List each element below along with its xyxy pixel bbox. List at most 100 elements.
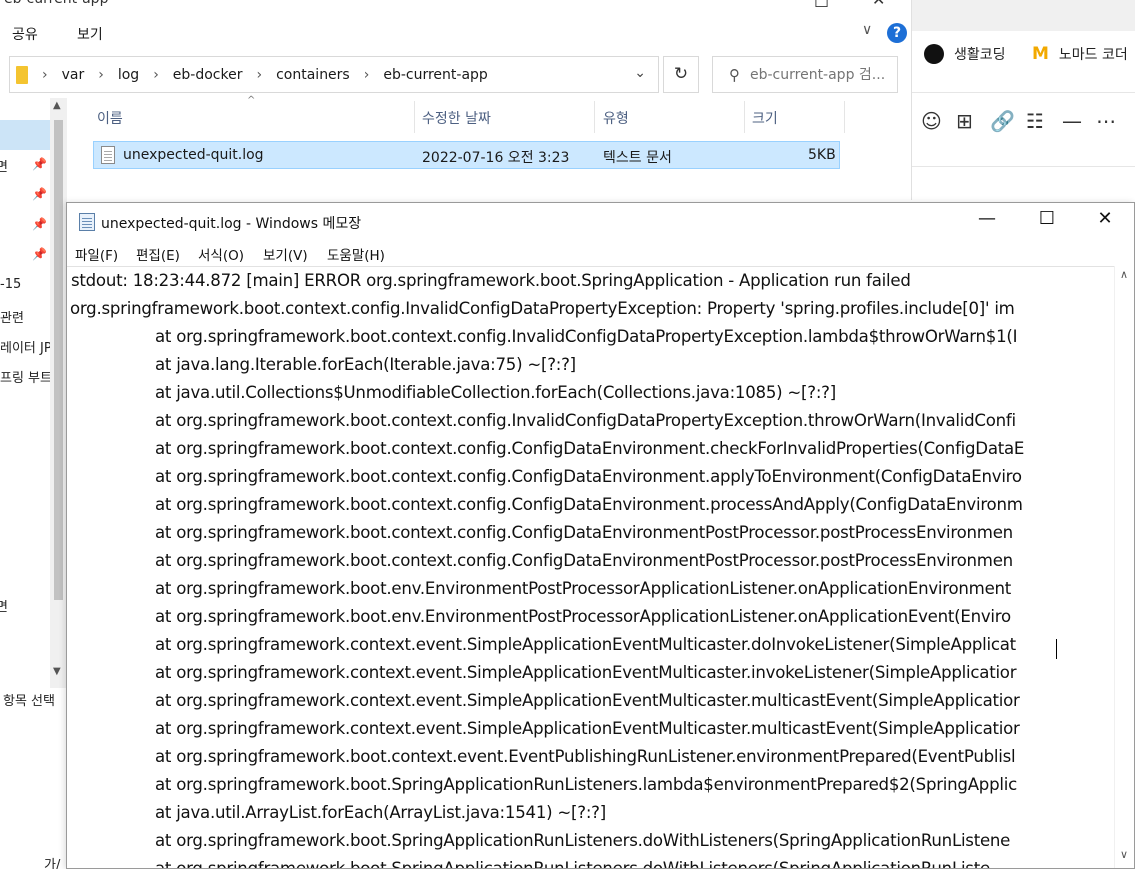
emoji-icon[interactable]: ☺ [921, 109, 942, 133]
notepad-text-area[interactable]: stdout: 18:23:44.872 [main] ERROR org.sp… [67, 266, 1114, 868]
nav-item-fragment[interactable]: 면 [0, 156, 8, 175]
black-circle-icon [924, 44, 944, 64]
nav-item-fragment[interactable]: 프링 부트 [0, 367, 52, 386]
breadcrumb-log[interactable]: log [118, 67, 139, 83]
breadcrumb-separator-icon[interactable]: › [256, 67, 262, 83]
notepad-vertical-scrollbar[interactable]: ∧ ∨ [1114, 266, 1134, 868]
log-line: at org.springframework.boot.SpringApplic… [155, 831, 1011, 850]
more-icon[interactable]: ⋯ [1096, 109, 1116, 133]
breadcrumb-separator-icon[interactable]: › [98, 67, 104, 83]
bookmark-nomad-coders[interactable]: M 노마드 코더 [1032, 44, 1128, 64]
close-button[interactable]: ✕ [1085, 208, 1125, 229]
log-line: at org.springframework.boot.context.conf… [155, 495, 1023, 514]
minimize-button[interactable]: — [967, 208, 1007, 229]
nav-scrollbar-thumb[interactable] [54, 120, 63, 600]
column-header-name[interactable]: 이름 [97, 108, 123, 128]
panel-divider [912, 166, 1135, 167]
file-name: unexpected-quit.log [123, 147, 264, 163]
address-bar[interactable]: › var › log › eb-docker › containers › e… [9, 56, 659, 93]
log-line: at org.springframework.boot.env.Environm… [155, 607, 1011, 626]
nav-item-fragment[interactable]: 면 [0, 596, 8, 615]
notepad-title: unexpected-quit.log - Windows 메모장 [101, 216, 362, 232]
menu-format[interactable]: 서식(O) [198, 244, 244, 264]
menu-help[interactable]: 도움말(H) [327, 244, 385, 264]
ribbon-tab-share[interactable]: 공유 [12, 24, 38, 44]
bookmark-label: 노마드 코더 [1058, 47, 1128, 63]
column-header-type[interactable]: 유형 [603, 108, 629, 128]
log-line: org.springframework.boot.context.config.… [70, 299, 1015, 318]
breadcrumb-var[interactable]: var [62, 67, 85, 83]
breadcrumb-separator-icon[interactable]: › [153, 67, 159, 83]
log-line: at org.springframework.context.event.Sim… [155, 663, 1017, 682]
panel-top-bar [912, 0, 1135, 31]
scroll-down-icon[interactable]: ▼ [53, 666, 61, 677]
text-file-icon [101, 146, 115, 164]
scroll-up-icon[interactable]: ▲ [53, 100, 61, 111]
column-divider[interactable] [414, 101, 415, 133]
log-line: at java.util.ArrayList.forEach(ArrayList… [155, 803, 606, 822]
nav-selected-item[interactable] [0, 120, 50, 150]
menu-view[interactable]: 보기(V) [263, 244, 308, 264]
pin-icon: 📌 [32, 187, 47, 201]
notepad-icon [79, 213, 95, 231]
nomad-logo-icon: M [1032, 44, 1049, 64]
log-line: at org.springframework.context.event.Sim… [155, 719, 1020, 738]
list-icon[interactable]: ☷ [1026, 109, 1044, 133]
text-cursor [1056, 639, 1057, 659]
log-line: at org.springframework.context.event.Sim… [155, 691, 1020, 710]
log-line: at org.springframework.boot.SpringApplic… [155, 775, 1017, 794]
notepad-menu-bar: 파일(F) 편집(E) 서식(O) 보기(V) 도움말(H) [67, 241, 1134, 265]
status-bottom-fragment: 가/ [44, 858, 61, 869]
ribbon-tabs: 공유 보기 ∨ [0, 18, 910, 48]
file-size: 5KB [808, 147, 836, 163]
pin-icon: 📌 [32, 217, 47, 231]
help-icon[interactable]: ? [887, 23, 907, 43]
explorer-maximize-button[interactable]: □ [814, 0, 829, 9]
menu-edit[interactable]: 편집(E) [136, 244, 180, 264]
log-line: at org.springframework.boot.context.conf… [155, 551, 1013, 570]
log-line: at org.springframework.boot.context.even… [155, 747, 1016, 766]
divider-icon[interactable]: — [1062, 109, 1082, 133]
breadcrumb-separator-icon[interactable]: › [42, 67, 48, 83]
column-header-modified[interactable]: 수정한 날짜 [422, 108, 491, 128]
breadcrumb-eb-docker[interactable]: eb-docker [173, 67, 243, 83]
log-line: at java.util.Collections$UnmodifiableCol… [155, 383, 836, 402]
ribbon-tab-view[interactable]: 보기 [77, 24, 103, 44]
bookmark-saenghwalcoding[interactable]: 생활코딩 [924, 44, 1006, 64]
maximize-button[interactable]: ☐ [1027, 208, 1067, 229]
log-line: at org.springframework.context.event.Sim… [155, 635, 1016, 654]
log-line: at org.springframework.boot.context.conf… [155, 467, 1022, 486]
nav-item-fragment[interactable]: 관련 [0, 307, 24, 326]
browser-side-panel: 생활코딩 M 노마드 코더 ☺ ⊞ 🔗 ☷ — ⋯ [911, 0, 1135, 200]
file-type: 텍스트 문서 [603, 150, 672, 166]
notepad-title-bar[interactable]: unexpected-quit.log - Windows 메모장 — ☐ ✕ [67, 203, 1134, 241]
scroll-up-icon[interactable]: ∧ [1120, 268, 1128, 281]
column-header-size[interactable]: 크기 [752, 108, 778, 128]
log-line: at org.springframework.boot.context.conf… [155, 523, 1013, 542]
bookmark-label: 생활코딩 [954, 47, 1006, 63]
refresh-icon: ↻ [673, 64, 689, 84]
file-row[interactable]: unexpected-quit.log 2022-07-16 오전 3:23 텍… [93, 141, 840, 169]
column-divider[interactable] [844, 101, 845, 133]
breadcrumb-containers[interactable]: containers [276, 67, 350, 83]
nav-item-fragment[interactable]: 레이터 JP [0, 337, 52, 356]
column-divider[interactable] [594, 101, 595, 133]
nav-item-fragment[interactable]: -15 [0, 277, 21, 292]
table-icon[interactable]: ⊞ [956, 109, 973, 133]
column-divider[interactable] [744, 101, 745, 133]
breadcrumb-eb-current-app[interactable]: eb-current-app [383, 67, 487, 83]
status-selected-items: 항목 선택 [3, 694, 55, 709]
address-dropdown-chevron-icon[interactable]: ⌄ [634, 65, 646, 81]
search-box[interactable]: ⚲ [712, 56, 898, 93]
explorer-close-button[interactable]: ✕ [872, 0, 885, 9]
ribbon-expand-chevron-icon[interactable]: ∨ [862, 22, 872, 38]
log-line: at org.springframework.boot.context.conf… [155, 411, 1016, 430]
search-input[interactable] [750, 66, 890, 83]
breadcrumb-separator-icon[interactable]: › [364, 67, 370, 83]
log-line: at org.springframework.boot.SpringApplic… [155, 859, 990, 868]
refresh-button[interactable]: ↻ [663, 56, 699, 93]
menu-file[interactable]: 파일(F) [75, 244, 118, 264]
scroll-down-icon[interactable]: ∨ [1120, 848, 1128, 861]
nav-scrollbar[interactable]: ▲ ▼ [50, 98, 67, 688]
link-icon[interactable]: 🔗 [990, 109, 1015, 133]
